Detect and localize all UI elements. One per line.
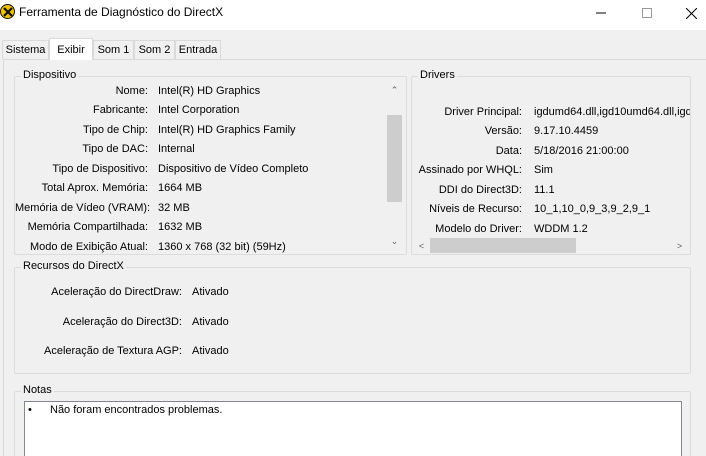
device-value: 1664 MB xyxy=(158,182,203,194)
device-value: 1632 MB xyxy=(158,221,203,233)
device-value: 32 MB xyxy=(158,202,190,214)
tab-panel-exibir: Dispositivo Nome: Intel(R) HD Graphics F… xyxy=(3,59,706,456)
scroll-thumb[interactable] xyxy=(387,115,402,202)
tab-sistema[interactable]: Sistema xyxy=(2,40,49,59)
device-label: Tipo de Dispositivo: xyxy=(52,163,148,175)
driver-label: Driver Principal: xyxy=(444,106,522,118)
driver-value: 11.1 xyxy=(534,184,555,196)
device-legend: Dispositivo xyxy=(21,69,79,81)
notes-item: Não foram encontrados problemas. xyxy=(50,404,223,416)
notes-text-area[interactable]: • Não foram encontrados problemas. xyxy=(24,401,682,456)
device-group: Dispositivo Nome: Intel(R) HD Graphics F… xyxy=(14,69,407,255)
driver-value: 10_1,10_0,9_3,9_2,9_1 xyxy=(534,203,651,215)
driver-value: 9.17.10.4459 xyxy=(534,125,599,137)
device-label: Total Aprox. Memória: xyxy=(41,182,148,194)
driver-label: DDI do Direct3D: xyxy=(438,184,522,196)
scroll-right-arrow-icon[interactable]: > xyxy=(671,237,688,254)
maximize-button[interactable] xyxy=(624,0,670,26)
device-value: Intel(R) HD Graphics Family xyxy=(158,124,296,136)
tab-exibir[interactable]: Exibir xyxy=(49,38,93,60)
minimize-icon xyxy=(596,12,606,14)
drivers-legend: Drivers xyxy=(418,69,457,81)
device-value: Intel Corporation xyxy=(158,104,240,116)
features-legend: Recursos do DirectX xyxy=(21,260,126,272)
tab-entrada[interactable]: Entrada xyxy=(175,40,221,59)
device-label: Memória Compartilhada: xyxy=(27,221,148,233)
close-icon xyxy=(685,7,697,19)
scroll-up-arrow-icon[interactable]: ⌃ xyxy=(386,82,403,99)
feature-label: Aceleração do Direct3D: xyxy=(62,316,182,328)
scroll-down-arrow-icon[interactable]: ⌄ xyxy=(386,233,403,250)
drivers-horizontal-scrollbar[interactable]: < > xyxy=(413,237,688,254)
driver-value: WDDM 1.2 xyxy=(534,223,588,235)
drivers-group: Drivers Driver Principal: igdumd64.dll,i… xyxy=(411,69,691,255)
device-label: Modo de Exibição Atual: xyxy=(29,241,148,253)
feature-label: Aceleração do DirectDraw: xyxy=(51,286,182,298)
tab-som-2[interactable]: Som 2 xyxy=(134,40,175,59)
minimize-button[interactable] xyxy=(578,0,624,26)
device-value: Intel(R) HD Graphics xyxy=(158,85,261,97)
driver-label: Versão: xyxy=(484,125,522,137)
feature-value: Ativado xyxy=(192,345,229,357)
driver-value: Sim xyxy=(534,164,553,176)
driver-label: Níveis de Recurso: xyxy=(429,203,522,215)
close-button[interactable] xyxy=(668,0,706,26)
device-value: Dispositivo de Vídeo Completo xyxy=(158,163,309,175)
device-label: Nome: xyxy=(115,85,148,97)
notes-legend: Notas xyxy=(21,384,54,396)
device-label: Tipo de Chip: xyxy=(82,124,148,136)
feature-label: Aceleração de Textura AGP: xyxy=(44,345,182,357)
directx-features-group: Recursos do DirectX Aceleração do Direct… xyxy=(14,260,691,374)
scroll-thumb[interactable] xyxy=(430,238,576,253)
notes-bullet: • xyxy=(28,404,32,416)
driver-label: Modelo do Driver: xyxy=(435,223,522,235)
driver-label: Assinado por WHQL: xyxy=(418,164,522,176)
directx-app-icon xyxy=(0,4,15,19)
tab-som-1[interactable]: Som 1 xyxy=(93,40,134,59)
scroll-left-arrow-icon[interactable]: < xyxy=(413,237,430,254)
device-vertical-scrollbar[interactable]: ⌃ ⌄ xyxy=(386,82,403,250)
title-bar: Ferramenta de Diagnóstico do DirectX xyxy=(0,0,706,30)
driver-value: igdumd64.dll,igd10umd64.dll,igd xyxy=(534,106,690,118)
maximize-icon xyxy=(642,8,652,18)
driver-value: 5/18/2016 21:00:00 xyxy=(534,145,629,157)
driver-label: Data: xyxy=(495,145,522,157)
device-label: Fabricante: xyxy=(92,104,148,116)
device-value: Internal xyxy=(158,143,195,155)
window-title: Ferramenta de Diagnóstico do DirectX xyxy=(19,5,224,19)
client-area: Sistema Exibir Som 1 Som 2 Entrada Dispo… xyxy=(0,30,706,456)
feature-value: Ativado xyxy=(192,316,229,328)
feature-value: Ativado xyxy=(192,286,229,298)
device-label: Tipo de DAC: xyxy=(82,143,148,155)
device-label: Memória de Vídeo (VRAM): xyxy=(15,202,151,214)
notes-group: Notas • Não foram encontrados problemas. xyxy=(14,384,691,456)
device-value: 1360 x 768 (32 bit) (59Hz) xyxy=(158,241,286,253)
